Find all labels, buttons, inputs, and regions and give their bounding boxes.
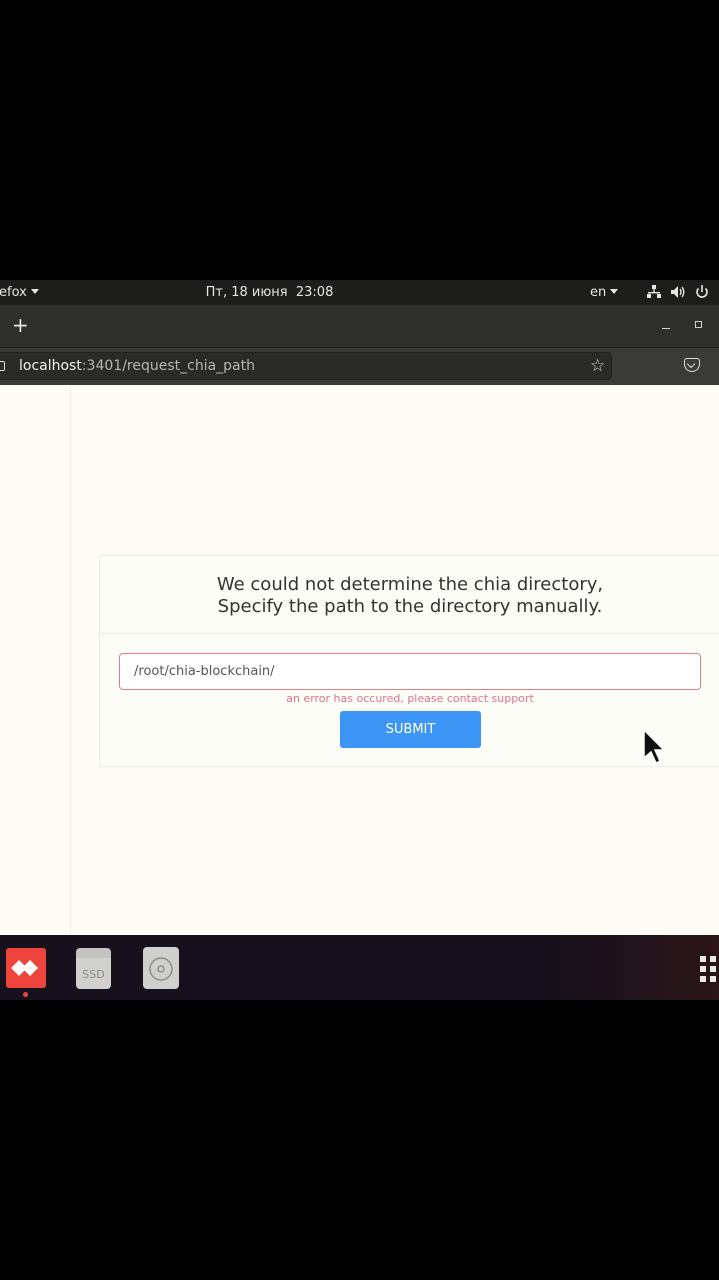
url-host: localhost (19, 358, 82, 374)
error-message: an error has occured, please contact sup… (286, 692, 534, 705)
language-selector[interactable]: en (590, 285, 619, 300)
power-icon (696, 285, 708, 298)
chevron-down-icon (610, 289, 619, 294)
system-tray[interactable] (646, 284, 710, 300)
system-top-bar: efox Пт, 18 июня 23:08 en (0, 280, 719, 305)
chia-path-card: We could not determine the chia director… (99, 555, 719, 767)
card-title-line-2: Specify the path to the directory manual… (217, 596, 603, 617)
disc-icon (149, 957, 173, 981)
network-icon (647, 285, 661, 298)
url-path: :3401/request_chia_path (81, 358, 255, 374)
new-tab-button[interactable]: + (12, 313, 29, 337)
ssd-label: SSD (82, 968, 105, 981)
bookmark-star-icon[interactable]: ☆ (590, 356, 605, 376)
volume-icon (671, 286, 685, 298)
desktop-screen: efox Пт, 18 июня 23:08 en + localhost:34… (0, 280, 719, 1000)
ssd-drive-launcher[interactable]: SSD (76, 948, 111, 989)
clock[interactable]: Пт, 18 июня 23:08 (0, 285, 539, 300)
url-text: localhost:3401/request_chia_path (19, 358, 255, 374)
minimize-button[interactable] (662, 328, 670, 329)
card-header: We could not determine the chia director… (100, 556, 719, 634)
page-content: We could not determine the chia director… (0, 385, 719, 935)
sidebar-divider (70, 385, 71, 935)
chia-path-input[interactable] (119, 653, 701, 690)
show-applications-icon[interactable] (700, 956, 716, 982)
pocket-icon[interactable] (684, 358, 700, 372)
browser-tab-bar: + (0, 305, 719, 347)
browser-nav-bar: localhost:3401/request_chia_path ☆ (0, 347, 719, 385)
optical-drive-launcher[interactable] (143, 947, 179, 989)
submit-button[interactable]: SUBMIT (340, 711, 481, 748)
page-info-icon[interactable] (0, 361, 5, 371)
anydesk-icon (11, 960, 38, 976)
language-label: en (590, 285, 607, 300)
anydesk-launcher[interactable] (6, 948, 46, 997)
dock: SSD (0, 935, 719, 1000)
restore-button[interactable] (695, 321, 702, 328)
mouse-cursor-icon (643, 729, 666, 765)
card-title-line-1: We could not determine the chia director… (216, 574, 604, 595)
running-indicator (23, 992, 28, 997)
address-bar[interactable]: localhost:3401/request_chia_path ☆ (0, 352, 612, 380)
